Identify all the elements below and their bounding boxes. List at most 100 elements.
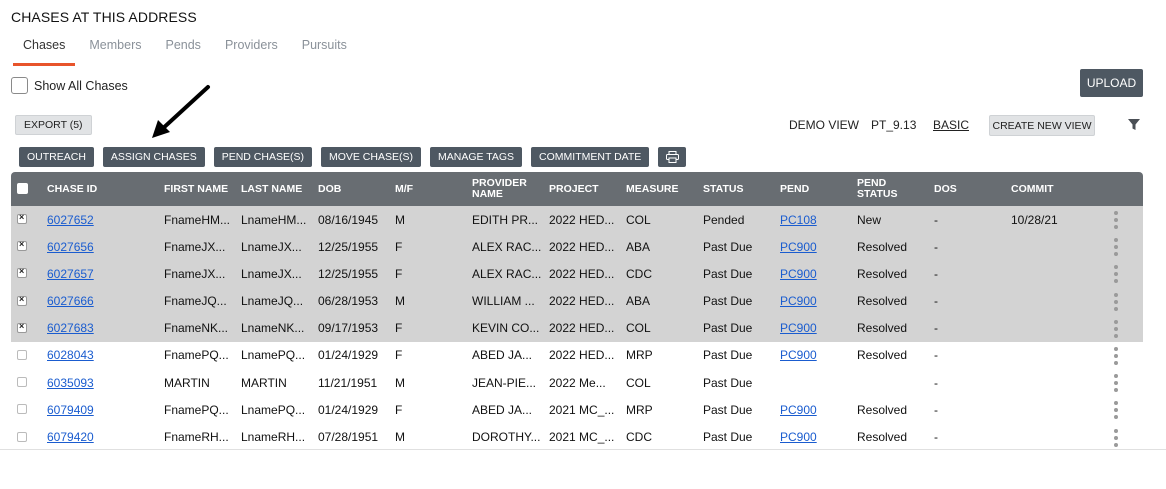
first-name-cell-text: MARTIN — [164, 375, 210, 390]
pend-code-link[interactable]: PC900 — [780, 424, 817, 451]
pend-code-link[interactable]: PC900 — [780, 260, 817, 287]
pend-code-link-text[interactable]: PC900 — [780, 321, 817, 335]
select-all-checkbox[interactable] — [17, 183, 28, 194]
col-first-name[interactable]: FIRST NAME — [164, 172, 228, 206]
pend-code-link-text[interactable]: PC900 — [780, 430, 817, 444]
tab-chases[interactable]: Chases — [13, 38, 76, 66]
kebab-menu-icon[interactable] — [1113, 238, 1119, 257]
show-all-chases-toggle[interactable]: Show All Chases — [11, 77, 128, 94]
table-row[interactable]: 6027656 FnameJX... LnameJX... 12/25/1955 F AL… — [11, 233, 1143, 261]
table-row[interactable]: 6027652 FnameHM... LnameHM... 08/16/1945 M ED… — [11, 206, 1143, 234]
col-chase-id[interactable]: CHASE ID — [47, 172, 97, 206]
tab-pends[interactable]: Pends — [155, 38, 210, 66]
chase-id-link-text[interactable]: 6027657 — [47, 267, 94, 281]
kebab-menu-icon[interactable] — [1113, 401, 1119, 420]
row-checkbox[interactable] — [17, 321, 27, 333]
chase-id-link-text[interactable]: 6027683 — [47, 321, 94, 335]
chase-id-link[interactable]: 6027657 — [47, 260, 94, 287]
col-measure[interactable]: MEASURE — [626, 172, 679, 206]
row-checkbox[interactable] — [17, 377, 27, 388]
col-provider-name[interactable]: PROVIDER NAME — [472, 172, 532, 206]
project-cell-text: 2021 MC_... — [549, 402, 615, 417]
col-dos[interactable]: DOS — [934, 172, 957, 206]
col-status[interactable]: STATUS — [703, 172, 743, 206]
pend-code-link-text[interactable]: PC900 — [780, 294, 817, 308]
gender-cell: F — [395, 342, 402, 369]
chase-id-link-text[interactable]: 6027656 — [47, 240, 94, 254]
kebab-menu-icon[interactable] — [1113, 319, 1119, 338]
filter-icon[interactable] — [1128, 119, 1140, 131]
commitment-date-button[interactable]: COMMITMENT DATE — [531, 147, 650, 167]
pend-code-link[interactable]: PC900 — [780, 315, 817, 342]
pend-chases-button[interactable]: PEND CHASE(S) — [213, 147, 312, 167]
kebab-menu-icon[interactable] — [1113, 346, 1119, 365]
table-row[interactable]: 6028043 FnamePQ... LnamePQ... 01/24/1929 F AB… — [11, 341, 1143, 370]
table-row[interactable]: 6079409 FnamePQ... LnamePQ... 01/24/1929 F AB… — [11, 396, 1143, 424]
col-mf[interactable]: M/F — [395, 172, 413, 206]
row-checkbox[interactable] — [17, 266, 27, 279]
chase-id-link-text[interactable]: 6027652 — [47, 213, 94, 227]
chase-id-link[interactable]: 6027656 — [47, 233, 94, 260]
pend-code-link[interactable]: PC900 — [780, 288, 817, 315]
table-row[interactable]: 6027666 FnameJQ... LnameJQ... 06/28/1953 M WI… — [11, 287, 1143, 315]
move-chases-button[interactable]: MOVE CHASE(S) — [320, 147, 421, 167]
pend-code-link-text[interactable]: PC900 — [780, 403, 817, 417]
pend-code-link-text[interactable]: PC900 — [780, 240, 817, 254]
chase-id-link-text[interactable]: 6079409 — [47, 403, 94, 417]
tab-providers[interactable]: Providers — [215, 38, 288, 66]
manage-tags-button[interactable]: MANAGE TAGS — [429, 147, 523, 167]
chase-id-link[interactable]: 6027652 — [47, 206, 94, 233]
dob-cell: 06/28/1953 — [318, 288, 378, 315]
pend-code-link-text[interactable]: PC900 — [780, 267, 817, 281]
row-checkbox[interactable] — [17, 239, 27, 252]
create-new-view-button[interactable]: CREATE NEW VIEW — [989, 115, 1095, 136]
kebab-menu-icon[interactable] — [1113, 428, 1119, 447]
row-checkbox[interactable] — [17, 404, 27, 415]
outreach-button[interactable]: OUTREACH — [19, 147, 94, 167]
chase-id-link[interactable]: 6079420 — [47, 424, 94, 451]
pend-code-link[interactable]: PC108 — [780, 206, 817, 233]
table-row[interactable]: 6027683 FnameNK... LnameNK... 09/17/1953 F KE… — [11, 314, 1143, 342]
col-pend[interactable]: PEND — [780, 172, 809, 206]
col-pend-status[interactable]: PEND STATUS — [857, 172, 907, 206]
chase-id-link[interactable]: 6027683 — [47, 315, 94, 342]
col-dob[interactable]: DOB — [318, 172, 341, 206]
pend-code-link[interactable]: PC900 — [780, 342, 817, 369]
chase-id-link[interactable]: 6028043 — [47, 342, 94, 369]
kebab-menu-icon[interactable] — [1113, 374, 1119, 393]
show-all-checkbox[interactable] — [11, 77, 28, 94]
print-button[interactable] — [658, 147, 687, 167]
row-checkbox[interactable] — [17, 349, 27, 360]
chase-id-link[interactable]: 6027666 — [47, 288, 94, 315]
table-row[interactable]: 6035093 MARTIN MARTIN 11/21/1951 M JEAN-PIE..… — [11, 369, 1143, 397]
dob-cell: 09/17/1953 — [318, 315, 378, 342]
pend-code-link[interactable]: PC900 — [780, 233, 817, 260]
pend-code-link[interactable]: PC900 — [780, 396, 817, 423]
assign-chases-button[interactable]: ASSIGN CHASES — [102, 147, 205, 167]
row-checkbox[interactable] — [17, 431, 27, 442]
chase-id-link-text[interactable]: 6079420 — [47, 430, 94, 444]
basic-view-link[interactable]: BASIC — [933, 118, 969, 132]
chase-id-link-text[interactable]: 6027666 — [47, 294, 94, 308]
kebab-menu-icon[interactable] — [1113, 292, 1119, 311]
col-last-name[interactable]: LAST NAME — [241, 172, 302, 206]
table-row[interactable]: 6027657 FnameJX... LnameJX... 12/25/1955 F AL… — [11, 260, 1143, 288]
chase-id-link[interactable]: 6035093 — [47, 369, 94, 396]
table-row[interactable]: 6079420 FnameRH... LnameRH... 07/28/1951 M DO… — [11, 423, 1143, 451]
row-checkbox[interactable] — [17, 212, 27, 224]
pend-code-link-text[interactable]: PC108 — [780, 213, 817, 227]
tab-pursuits[interactable]: Pursuits — [292, 38, 357, 66]
col-commit[interactable]: COMMIT — [1011, 172, 1054, 206]
chase-id-link-text[interactable]: 6035093 — [47, 376, 94, 390]
provider-name-cell: ABED JA... — [472, 342, 532, 369]
tab-members[interactable]: Members — [79, 38, 151, 66]
dos-cell-text: - — [934, 402, 938, 417]
row-checkbox[interactable] — [17, 294, 27, 306]
upload-button[interactable]: UPLOAD — [1080, 69, 1143, 97]
pend-code-link-text[interactable]: PC900 — [780, 348, 817, 362]
chase-id-link-text[interactable]: 6028043 — [47, 348, 94, 362]
kebab-menu-icon[interactable] — [1113, 265, 1119, 284]
col-project[interactable]: PROJECT — [549, 172, 599, 206]
kebab-menu-icon[interactable] — [1113, 211, 1119, 229]
chase-id-link[interactable]: 6079409 — [47, 396, 94, 423]
